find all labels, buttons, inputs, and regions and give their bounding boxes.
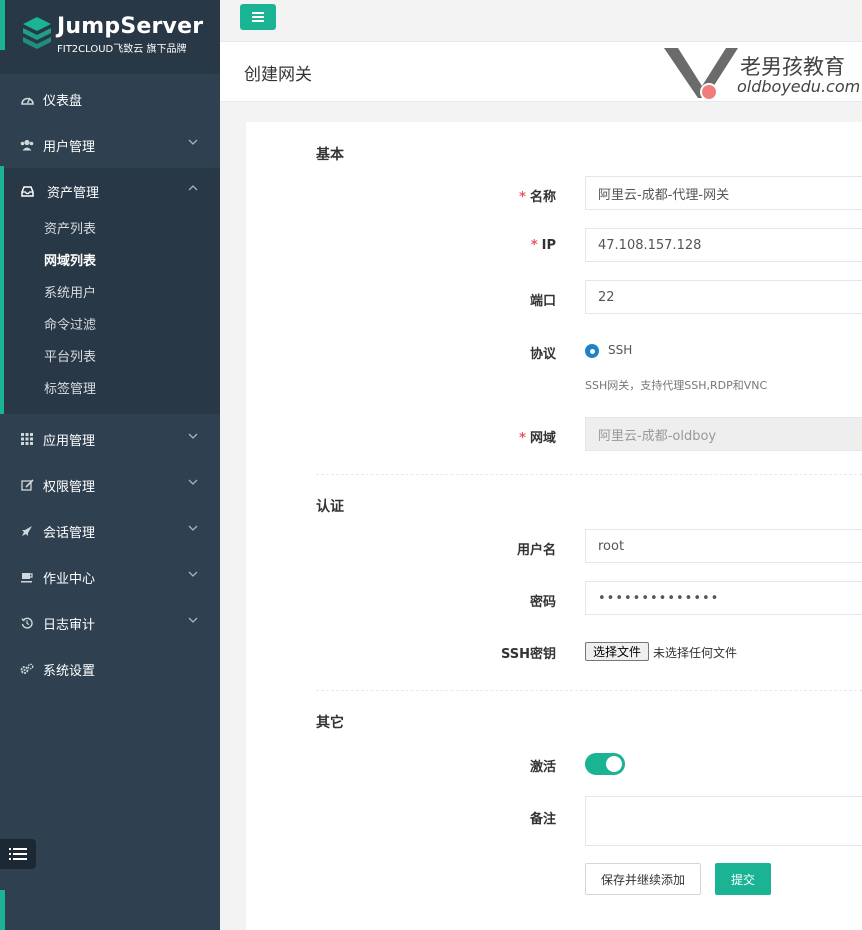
sidebar-item-assets[interactable]: 资产管理 [0,168,220,214]
ip-input[interactable] [585,228,862,262]
history-icon [20,616,34,630]
ip-label: * IP [530,238,556,253]
sidebar-item-label: 用户管理 [43,139,96,155]
comment-textarea[interactable] [585,796,862,846]
logo-area: JumpServer FIT2CLOUD飞致云 旗下品牌 [0,0,220,74]
password-label: 密码 [529,595,556,610]
section-title-basic: 基本 [316,147,344,163]
section-divider [316,690,862,691]
chevron-down-icon [188,617,198,623]
oldboy-logo-icon [664,48,738,101]
sidebar-accent-bottom [0,890,5,930]
sidebar-item-label: 权限管理 [43,479,96,495]
chevron-up-icon [188,185,198,191]
protocol-ssh-label: SSH [608,343,633,357]
submenu-item-label-management[interactable]: 标签管理 [44,378,96,397]
sidebar-accent-top [0,0,5,50]
hamburger-icon [252,12,264,22]
sidebar-item-label: 资产管理 [47,185,100,201]
assets-submenu: 资产列表 网域列表 系统用户 命令过滤 平台列表 标签管理 [0,212,220,414]
sidebar-item-users[interactable]: 用户管理 [0,122,220,168]
name-input[interactable] [585,176,862,210]
coffee-icon [20,570,34,584]
top-navbar [220,0,862,42]
username-label: 用户名 [516,543,556,558]
domain-input [585,417,862,451]
active-toggle[interactable] [585,753,625,775]
menu-toggle-button[interactable] [240,4,276,30]
sidebar-item-label: 作业中心 [43,571,96,587]
chevron-down-icon [188,479,198,485]
sidebar-item-settings[interactable]: 系统设置 [0,646,220,692]
protocol-help-text: SSH网关，支持代理SSH,RDP和VNC [585,379,768,392]
password-input[interactable]: •••••••••••••• [585,581,862,615]
submit-button[interactable]: 提交 [715,863,771,895]
sidebar-item-label: 会话管理 [43,525,96,541]
section-title-other: 其它 [316,715,344,731]
chevron-down-icon [188,139,198,145]
rocket-icon [20,524,34,538]
submenu-item-command-filter[interactable]: 命令过滤 [44,314,96,333]
sidebar-item-label: 仪表盘 [43,93,83,109]
sidebar-item-permissions[interactable]: 权限管理 [0,462,220,508]
sidebar-item-label: 应用管理 [43,433,96,449]
sidebar: JumpServer FIT2CLOUD飞致云 旗下品牌 仪表盘 用户管理 资产… [0,0,220,930]
submenu-item-platform-list[interactable]: 平台列表 [44,346,96,365]
sidebar-item-dashboard[interactable]: 仪表盘 [0,76,220,122]
name-label: * 名称 [519,190,556,205]
inbox-icon [20,184,34,198]
section-title-auth: 认证 [316,499,344,515]
dashboard-icon [20,92,34,106]
comment-label: 备注 [529,812,556,827]
users-icon [20,138,34,152]
port-input[interactable] [585,280,862,314]
sidebar-item-applications[interactable]: 应用管理 [0,416,220,462]
file-status-text: 未选择任何文件 [653,646,738,660]
save-and-continue-button[interactable]: 保存并继续添加 [585,863,701,895]
brand-tagline: FIT2CLOUD飞致云 旗下品牌 [57,44,187,55]
list-icon [9,848,27,860]
sidebar-item-sessions[interactable]: 会话管理 [0,508,220,554]
edit-icon [20,478,34,492]
gateway-form-panel: 基本 *名称 *IP 端口 协议 SSH SSH网关，支持代理SSH,RDP和V… [246,122,862,930]
watermark: 老男孩教育 oldboyedu.com [662,46,862,102]
sidebar-item-label: 系统设置 [43,663,96,679]
domain-label: * 网域 [519,431,556,446]
section-divider [316,474,862,475]
sidebar-collapse-button[interactable] [0,839,36,869]
sidebar-item-audits[interactable]: 日志审计 [0,600,220,646]
submenu-item-domain-list[interactable]: 网域列表 [44,250,96,269]
choose-file-button[interactable]: 选择文件 [585,642,650,661]
chevron-down-icon [188,525,198,531]
protocol-ssh-radio[interactable] [585,344,599,358]
sidebar-item-label: 日志审计 [43,617,96,633]
submenu-item-asset-list[interactable]: 资产列表 [44,218,96,237]
sshkey-label: SSH密钥 [500,647,556,662]
jumpserver-logo-icon [23,17,51,49]
brand-name: JumpServer [57,14,204,39]
sidebar-item-jobs[interactable]: 作业中心 [0,554,220,600]
page-title: 创建网关 [244,65,312,85]
active-label: 激活 [529,760,556,775]
active-section-accent [0,166,4,414]
chevron-down-icon [188,571,198,577]
gears-icon [20,662,34,676]
protocol-label: 协议 [529,347,556,362]
chevron-down-icon [188,433,198,439]
username-input[interactable] [585,529,862,563]
port-label: 端口 [529,294,556,309]
submenu-item-system-user[interactable]: 系统用户 [44,282,96,301]
watermark-url: oldboyedu.com [737,77,861,96]
grid-icon [20,432,34,446]
